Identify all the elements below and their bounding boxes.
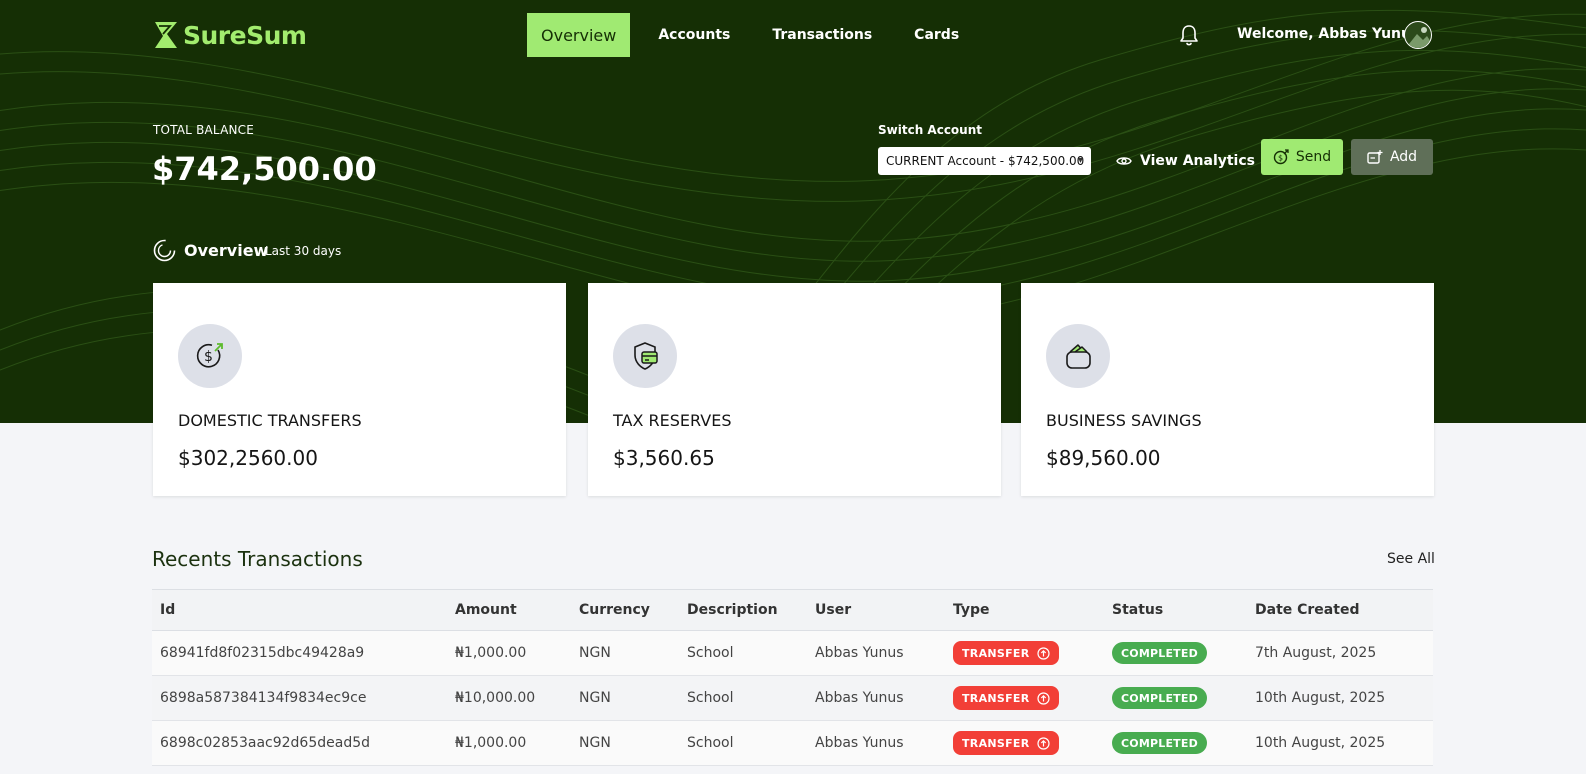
card-icon-wrap xyxy=(613,324,677,388)
column-header-type: Type xyxy=(953,602,990,618)
status-badge: COMPLETED xyxy=(1112,642,1207,664)
card-domestic-transfers[interactable]: $ DOMESTIC TRANSFERS $302,2560.00 xyxy=(153,283,566,496)
cell-currency: NGN xyxy=(579,645,611,661)
nav-transactions[interactable]: Transactions xyxy=(758,13,886,57)
suresum-logo-icon xyxy=(155,22,177,48)
nav-accounts[interactable]: Accounts xyxy=(644,13,744,57)
cell-status: COMPLETED xyxy=(1112,721,1207,765)
view-analytics-button[interactable]: View Analytics xyxy=(1116,146,1255,176)
shield-card-icon xyxy=(634,342,658,370)
arrow-up-circle-icon xyxy=(1036,736,1050,750)
wallet-icon xyxy=(1066,344,1091,369)
type-badge-label: TRANSFER xyxy=(962,691,1030,705)
add-card-icon xyxy=(1367,150,1383,164)
column-header-date-created: Date Created xyxy=(1255,602,1360,618)
card-value: $302,2560.00 xyxy=(178,446,318,470)
total-balance-label: TOTAL BALANCE xyxy=(153,123,255,137)
card-business-savings[interactable]: BUSINESS SAVINGS $89,560.00 xyxy=(1021,283,1434,496)
cell-status: COMPLETED xyxy=(1112,676,1207,720)
cell-currency: NGN xyxy=(579,735,611,751)
cell-type: TRANSFER xyxy=(953,631,1059,675)
column-header-id: Id xyxy=(160,602,176,618)
main-nav: Overview Accounts Transactions Cards xyxy=(527,13,987,57)
cell-id: 68941fd8f02315dbc49428a9 xyxy=(160,645,365,661)
cell-amount: ₦1,000.00 xyxy=(455,645,527,661)
cell-status: COMPLETED xyxy=(1112,631,1207,675)
overview-title: Overview xyxy=(184,241,269,260)
type-badge: TRANSFER xyxy=(953,686,1059,710)
column-header-user: User xyxy=(815,602,852,618)
cell-amount: ₦10,000.00 xyxy=(455,690,536,706)
view-analytics-label: View Analytics xyxy=(1140,153,1255,169)
cell-description: School xyxy=(687,735,734,751)
card-tax-reserves[interactable]: TAX RESERVES $3,560.65 xyxy=(588,283,1001,496)
total-balance-value: $742,500.00 xyxy=(152,150,377,188)
see-all-link[interactable]: See All xyxy=(1387,551,1435,567)
cell-amount: ₦1,000.00 xyxy=(455,735,527,751)
cell-currency: NGN xyxy=(579,690,611,706)
type-badge-label: TRANSFER xyxy=(962,736,1030,750)
svg-text:$: $ xyxy=(1278,154,1283,163)
switch-account-value: CURRENT Account - $742,500.00 xyxy=(886,154,1085,168)
table-row[interactable]: 6898a587384134f9834ec9ce ₦10,000.00 NGN … xyxy=(152,676,1433,721)
card-title: BUSINESS SAVINGS xyxy=(1046,411,1202,430)
table-header: Id Amount Currency Description User Type… xyxy=(152,590,1433,631)
type-badge-label: TRANSFER xyxy=(962,646,1030,660)
add-button[interactable]: Add xyxy=(1351,139,1433,175)
brand-name: SureSum xyxy=(183,20,307,50)
transactions-table: Id Amount Currency Description User Type… xyxy=(152,589,1433,766)
status-badge: COMPLETED xyxy=(1112,687,1207,709)
send-label: Send xyxy=(1295,149,1332,165)
card-title: TAX RESERVES xyxy=(613,411,732,430)
status-badge: COMPLETED xyxy=(1112,732,1207,754)
column-header-amount: Amount xyxy=(455,602,517,618)
cell-description: School xyxy=(687,690,734,706)
column-header-status: Status xyxy=(1112,602,1164,618)
cell-user: Abbas Yunus xyxy=(815,690,904,706)
overview-period: Last 30 days xyxy=(265,244,342,258)
type-badge: TRANSFER xyxy=(953,641,1059,665)
overview-spinner-icon xyxy=(153,239,176,262)
arrow-up-circle-icon xyxy=(1036,646,1050,660)
cell-date: 7th August, 2025 xyxy=(1255,645,1377,661)
chevron-down-icon: ▾ xyxy=(1077,155,1083,166)
table-row[interactable]: 68941fd8f02315dbc49428a9 ₦1,000.00 NGN S… xyxy=(152,631,1433,676)
table-row[interactable]: 6898c02853aac92d65dead5d ₦1,000.00 NGN S… xyxy=(152,721,1433,766)
send-money-icon: $ xyxy=(1273,149,1289,165)
switch-account-label: Switch Account xyxy=(878,123,982,137)
card-value: $89,560.00 xyxy=(1046,446,1161,470)
cell-user: Abbas Yunus xyxy=(815,645,904,661)
cell-description: School xyxy=(687,645,734,661)
eye-icon xyxy=(1116,157,1132,165)
cell-date: 10th August, 2025 xyxy=(1255,735,1386,751)
arrow-up-circle-icon xyxy=(1036,691,1050,705)
recent-transactions-title: Recents Transactions xyxy=(152,547,363,571)
switch-account-select[interactable]: CURRENT Account - $742,500.00 ▾ xyxy=(878,147,1091,175)
welcome-text: Welcome, Abbas Yunus xyxy=(1237,26,1420,42)
card-title: DOMESTIC TRANSFERS xyxy=(178,411,362,430)
avatar[interactable] xyxy=(1404,21,1432,49)
cell-id: 6898a587384134f9834ec9ce xyxy=(160,690,367,706)
cell-date: 10th August, 2025 xyxy=(1255,690,1386,706)
card-icon-wrap: $ xyxy=(178,324,242,388)
card-value: $3,560.65 xyxy=(613,446,715,470)
send-button[interactable]: $ Send xyxy=(1261,139,1343,175)
cell-type: TRANSFER xyxy=(953,721,1059,765)
svg-text:$: $ xyxy=(204,349,213,365)
column-header-currency: Currency xyxy=(579,602,650,618)
bell-icon[interactable] xyxy=(1178,23,1200,47)
dollar-arrow-icon: $ xyxy=(196,343,223,368)
brand-logo[interactable]: SureSum xyxy=(153,19,307,51)
cell-type: TRANSFER xyxy=(953,676,1059,720)
cell-id: 6898c02853aac92d65dead5d xyxy=(160,735,370,751)
cell-user: Abbas Yunus xyxy=(815,735,904,751)
nav-cards[interactable]: Cards xyxy=(900,13,973,57)
type-badge: TRANSFER xyxy=(953,731,1059,755)
column-header-description: Description xyxy=(687,602,778,618)
add-label: Add xyxy=(1389,149,1418,165)
nav-overview[interactable]: Overview xyxy=(527,13,631,57)
card-icon-wrap xyxy=(1046,324,1110,388)
